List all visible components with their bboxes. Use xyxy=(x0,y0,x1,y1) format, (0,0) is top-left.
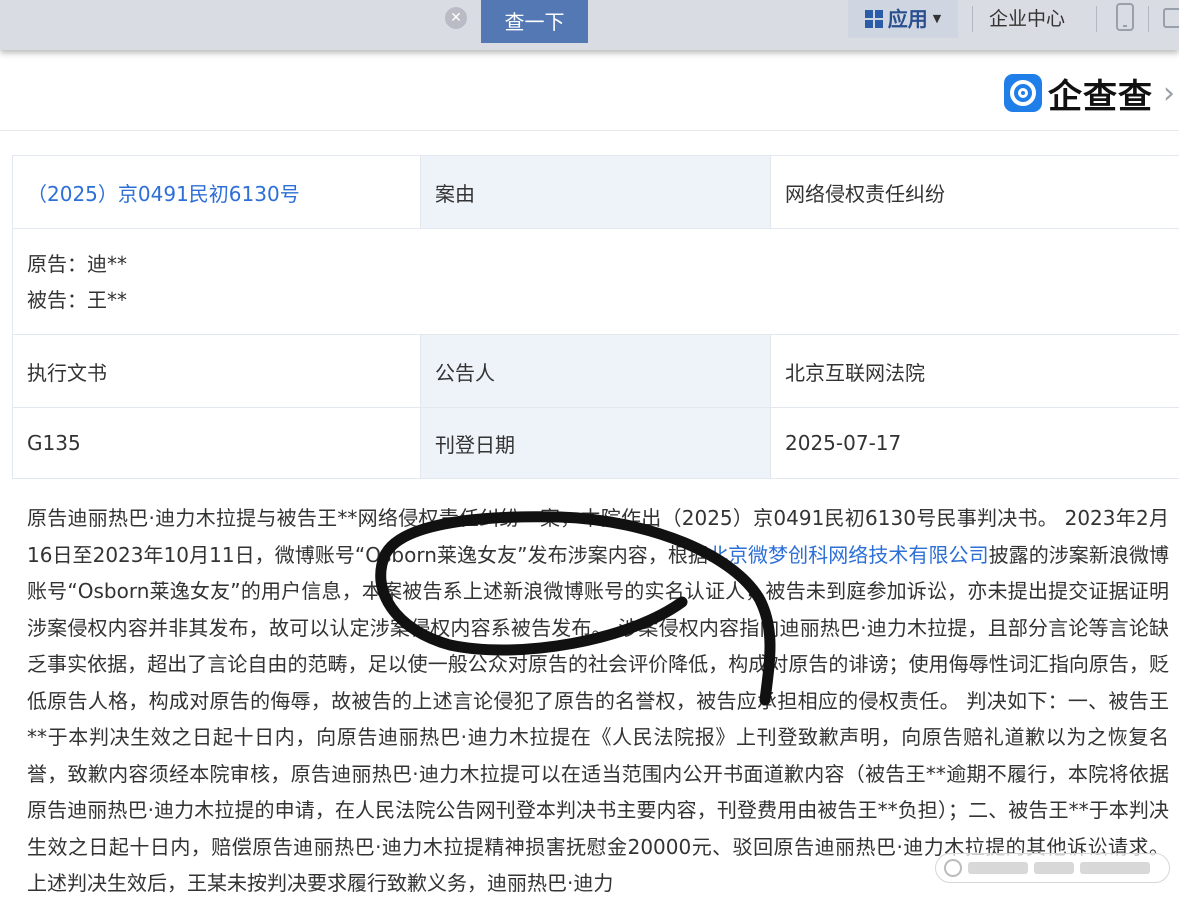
search-button[interactable]: 查一下 xyxy=(481,0,588,43)
case-number-link[interactable]: （2025）京0491民初6130号 xyxy=(13,156,421,229)
publish-date-value: 2025-07-17 xyxy=(771,408,1179,479)
table-row: 执行文书 公告人 北京互联网法院 xyxy=(13,335,1179,408)
header-divider xyxy=(0,130,1179,131)
plaintiff-text: 原告：迪** xyxy=(27,246,1178,282)
clear-search-icon[interactable]: ✕ xyxy=(445,7,467,29)
announcer-label: 公告人 xyxy=(421,335,771,408)
phone-icon[interactable] xyxy=(1116,3,1134,31)
brand-header[interactable]: 企查查 › xyxy=(1004,74,1175,112)
announcement-code: G135 xyxy=(13,408,421,479)
table-row: （2025）京0491民初6130号 案由 网络侵权责任纠纷 xyxy=(13,156,1179,229)
defendant-text: 被告：王** xyxy=(27,282,1178,318)
chevron-right-icon[interactable]: › xyxy=(1163,76,1175,111)
announcement-content: 原告迪丽热巴·迪力木拉提与被告王**网络侵权责任纠纷一案，本院作出（2025）京… xyxy=(27,500,1169,902)
divider xyxy=(972,6,973,32)
watermark-bar xyxy=(968,862,1028,874)
brand-name: 企查查 xyxy=(1048,69,1153,118)
parties-cell: 原告：迪** 被告：王** xyxy=(13,229,1179,335)
company-link[interactable]: 北京微梦创科网络技术有限公司 xyxy=(708,543,989,567)
cause-value: 网络侵权责任纠纷 xyxy=(771,156,1179,229)
divider xyxy=(1148,6,1149,32)
doc-type: 执行文书 xyxy=(13,335,421,408)
brand-logo-icon xyxy=(1004,74,1042,112)
watermark-bar xyxy=(1034,862,1074,874)
announcer-value: 北京互联网法院 xyxy=(771,335,1179,408)
publish-date-label: 刊登日期 xyxy=(421,408,771,479)
watermark-bar xyxy=(1080,862,1150,874)
apps-menu-button[interactable]: 应用 ▼ xyxy=(848,0,958,38)
top-bar: ✕ 查一下 应用 ▼ 企业中心 xyxy=(0,0,1179,50)
apps-label: 应用 xyxy=(888,0,928,38)
table-row: G135 刊登日期 2025-07-17 xyxy=(13,408,1179,479)
chevron-down-icon: ▼ xyxy=(933,0,941,38)
watermark-logo-icon xyxy=(944,859,962,877)
table-row: 原告：迪** 被告：王** xyxy=(13,229,1179,335)
divider xyxy=(1096,6,1097,32)
watermark xyxy=(935,853,1170,883)
cause-label: 案由 xyxy=(421,156,771,229)
case-info-table: （2025）京0491民初6130号 案由 网络侵权责任纠纷 原告：迪** 被告… xyxy=(12,155,1179,479)
window-icon[interactable] xyxy=(1163,8,1179,28)
content-text-part2: 披露的涉案新浪微博账号“Osborn莱逸女友”的用户信息，本案被告系上述新浪微博… xyxy=(27,543,1169,859)
apps-grid-icon xyxy=(865,10,883,28)
enterprise-center-link[interactable]: 企业中心 xyxy=(989,0,1065,38)
